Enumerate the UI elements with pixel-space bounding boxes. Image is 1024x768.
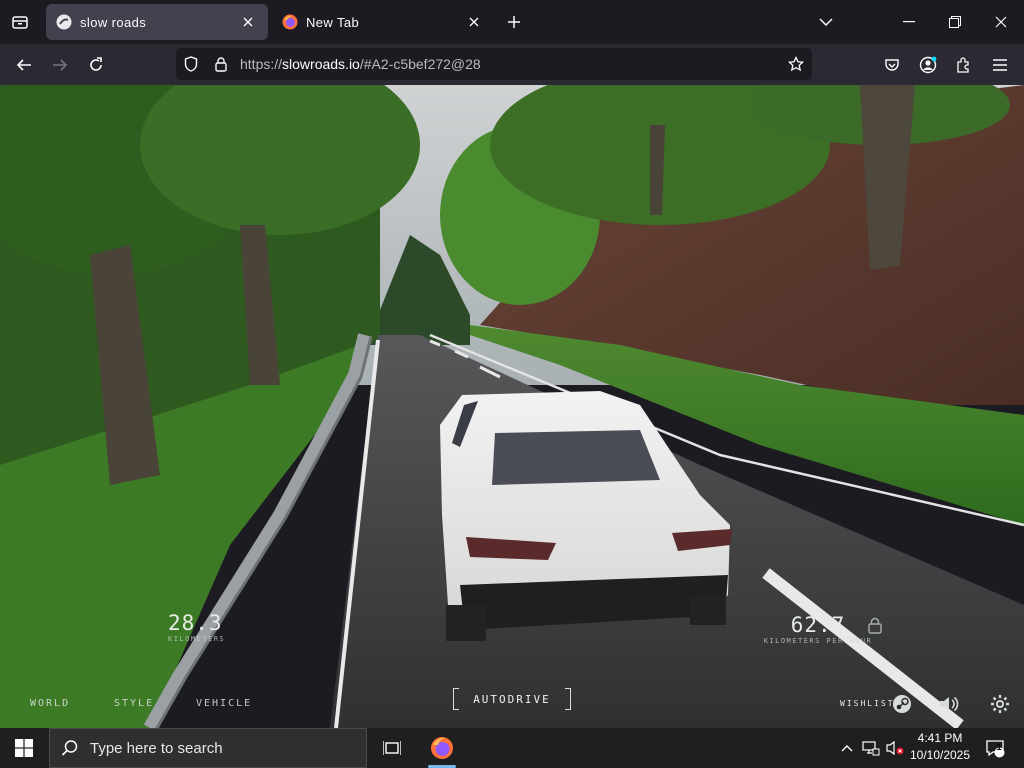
tab-strip: slow roads New Tab: [0, 0, 1024, 44]
bracket-left: [453, 688, 459, 710]
navigation-toolbar: https://slowroads.io/#A2-c5bef272@28: [0, 44, 1024, 85]
firefox-taskbar-icon[interactable]: [418, 728, 466, 768]
slow-roads-favicon: [56, 14, 72, 30]
lock-icon[interactable]: [868, 617, 882, 638]
lock-icon[interactable]: [206, 48, 236, 80]
notification-count: 1: [996, 742, 1002, 752]
tab-slow-roads[interactable]: slow roads: [46, 4, 268, 40]
taskbar-search-box[interactable]: Type here to search: [49, 728, 367, 768]
star-icon[interactable]: [780, 48, 812, 80]
address-bar[interactable]: https://slowroads.io/#A2-c5bef272@28: [176, 48, 812, 80]
speaker-icon[interactable]: [938, 694, 960, 718]
system-clock[interactable]: 4:41 PM 10/10/2025: [904, 730, 976, 766]
windows-start-icon[interactable]: [0, 728, 48, 768]
close-icon[interactable]: [464, 12, 484, 32]
menu-world[interactable]: WORLD: [30, 698, 70, 709]
task-view-icon[interactable]: [368, 728, 416, 768]
tab-overview-icon[interactable]: [6, 8, 34, 36]
clock-time: 4:41 PM: [917, 731, 963, 745]
windows-taskbar: Type here to search 4:41 PM 10/10/2025 1: [0, 728, 1024, 768]
chevron-up-icon[interactable]: [836, 728, 858, 768]
distance-value: 28.3: [168, 611, 223, 635]
game-canvas[interactable]: 28.3 KILOMETERS 62.7 KILOMETERS PER HOUR…: [0, 85, 1024, 728]
account-icon[interactable]: [913, 50, 943, 80]
back-arrow-icon[interactable]: [9, 50, 39, 80]
tab-new-tab[interactable]: New Tab: [272, 4, 494, 40]
notifications-icon[interactable]: 1: [980, 728, 1010, 768]
volume-muted-icon[interactable]: [884, 728, 906, 768]
pocket-icon[interactable]: [877, 50, 907, 80]
reload-icon[interactable]: [81, 50, 111, 80]
speed-display: 62.7 KILOMETERS PER HOUR: [748, 613, 888, 645]
minimize-icon[interactable]: [886, 0, 932, 44]
menu-vehicle[interactable]: VEHICLE: [196, 698, 252, 709]
search-placeholder: Type here to search: [90, 739, 223, 757]
shield-icon[interactable]: [176, 48, 206, 80]
firefox-favicon: [282, 14, 298, 30]
tab-title: New Tab: [306, 14, 360, 30]
forward-arrow-icon[interactable]: [45, 50, 75, 80]
close-icon[interactable]: [238, 12, 258, 32]
chevron-down-icon[interactable]: [812, 10, 840, 34]
player-car: [440, 391, 732, 641]
distance-display: 28.3 KILOMETERS: [168, 611, 238, 643]
url-text[interactable]: https://slowroads.io/#A2-c5bef272@28: [240, 56, 780, 72]
bracket-right: [565, 688, 571, 710]
search-icon: [50, 739, 90, 757]
speed-value: 62.7: [790, 613, 846, 637]
distance-unit: KILOMETERS: [168, 635, 226, 643]
network-icon[interactable]: [860, 728, 882, 768]
tab-title: slow roads: [80, 14, 147, 30]
gear-icon[interactable]: [990, 694, 1010, 718]
menu-icon[interactable]: [985, 50, 1015, 80]
plus-icon[interactable]: [502, 10, 526, 34]
maximize-icon[interactable]: [932, 0, 978, 44]
extensions-icon[interactable]: [949, 50, 979, 80]
url-scheme: https://: [240, 56, 283, 72]
autodrive-button[interactable]: AUTODRIVE: [453, 688, 571, 710]
wishlist-link[interactable]: WISHLIST: [840, 699, 895, 708]
clock-date: 10/10/2025: [909, 748, 971, 762]
url-host: slowroads.io: [282, 56, 360, 72]
menu-style[interactable]: STYLE: [114, 698, 154, 709]
url-path: /#A2-c5bef272@28: [359, 56, 481, 72]
steam-icon[interactable]: [892, 694, 912, 718]
autodrive-label: AUTODRIVE: [473, 692, 551, 706]
speed-unit: KILOMETERS PER HOUR: [763, 637, 873, 645]
window-close-icon[interactable]: [978, 0, 1024, 44]
